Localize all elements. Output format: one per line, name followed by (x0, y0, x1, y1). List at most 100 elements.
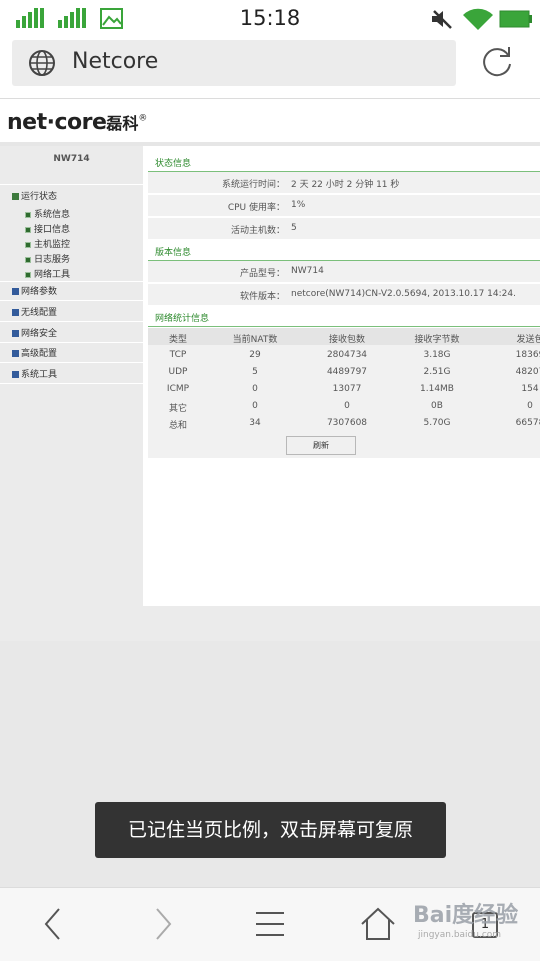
stats-cell: 2804734 (326, 350, 368, 360)
stats-cell: 0 (252, 401, 258, 411)
stats-header-cell: 类型 (168, 335, 187, 345)
stats-cell: 1.14MB (420, 384, 454, 394)
version-section-title: 版本信息 (155, 248, 192, 258)
back-icon[interactable] (38, 906, 68, 942)
menu-network-params[interactable]: 网络参数 (12, 284, 57, 297)
stats-cell: 7307608 (326, 418, 368, 428)
info-value: 2 天 22 小时 2 分钟 11 秒 (291, 180, 400, 190)
submenu-system-info[interactable]: 系统信息 (25, 207, 70, 220)
submenu-log-service[interactable]: 日志服务 (25, 252, 70, 265)
menu-wireless-config[interactable]: 无线配置 (12, 305, 57, 318)
info-label: 活动主机数： (230, 226, 285, 236)
content-panel: 状态信息 系统运行时间： 2 天 22 小时 2 分钟 11 秒 CPU 使用率… (143, 146, 540, 606)
baidu-watermark: Bai度经验 (413, 903, 519, 928)
clock: 15:18 (239, 6, 301, 30)
refresh-button[interactable]: 刷新 (286, 436, 356, 455)
watermark-url: jingyan.baidu.com (418, 930, 502, 940)
sidebar-separator (0, 342, 143, 343)
submenu-bullet-icon (25, 257, 31, 263)
menu-bullet-icon (12, 330, 19, 337)
submenu-network-tools[interactable]: 网络工具 (25, 267, 70, 280)
reload-icon[interactable] (480, 44, 514, 80)
toolbar-divider (0, 98, 540, 99)
menu-icon[interactable] (254, 906, 286, 942)
menu-bullet-icon (12, 371, 19, 378)
info-label: 产品型号： (239, 269, 285, 279)
stats-cell: 0B (431, 401, 443, 411)
info-row-hosts: 活动主机数： 5 (148, 218, 540, 239)
address-bar[interactable]: Netcore (12, 40, 456, 86)
submenu-interface-info[interactable]: 接口信息 (25, 222, 70, 235)
stats-header-cell: 接收包数 (328, 335, 365, 345)
forward-icon[interactable] (148, 906, 178, 942)
zoom-toast: 已记住当页比例，双击屏幕可复原 (95, 802, 446, 858)
menu-advanced-config[interactable]: 高级配置 (12, 346, 57, 359)
sidebar-separator (0, 383, 143, 384)
stats-cell: 29 (249, 350, 261, 360)
stats-header-cell: 接收字节数 (414, 335, 460, 345)
stats-cell: 0 (344, 401, 350, 411)
stats-cell: 48207 (515, 367, 540, 377)
home-icon[interactable] (360, 906, 396, 942)
info-label: 软件版本： (239, 292, 285, 302)
sidebar-separator (0, 362, 143, 363)
submenu-bullet-icon (25, 272, 31, 278)
stats-cell: 其它 (168, 404, 187, 414)
sidebar-separator (0, 300, 143, 301)
stats-cell: 5.70G (423, 418, 451, 428)
menu-bullet-icon (12, 350, 19, 357)
info-value: NW714 (291, 266, 324, 276)
stats-header-cell: 当前NAT数 (232, 335, 278, 345)
sidebar-separator (0, 184, 143, 185)
stats-cell: UDP (168, 367, 188, 377)
stats-cell: 154 (521, 384, 539, 394)
submenu-host-monitor[interactable]: 主机监控 (25, 237, 70, 250)
stats-section-title: 网络统计信息 (155, 314, 210, 324)
stats-cell: TCP (169, 350, 187, 360)
stats-cell: 4489797 (326, 367, 368, 377)
stats-cell: 总和 (168, 421, 187, 431)
menu-bullet-icon (12, 309, 19, 316)
stats-cell: 3.18G (423, 350, 451, 360)
address-text: Netcore (72, 49, 159, 74)
stats-cell: 5 (252, 367, 258, 377)
sidebar: NW714 运行状态 系统信息 接口信息 主机监控 日志服务 网络工具 网络参数… (0, 146, 143, 640)
stats-header-cell: 发送包 (516, 335, 540, 345)
sidebar-separator (0, 321, 143, 322)
stats-cell: 34 (249, 418, 261, 428)
menu-bullet-icon (12, 288, 19, 295)
page-footer-strip (0, 606, 540, 641)
stats-cell: 13077 (332, 384, 362, 394)
menu-system-tools[interactable]: 系统工具 (12, 367, 57, 380)
section-divider (148, 326, 540, 327)
model-name: NW714 (53, 154, 90, 164)
netcore-logo: net·core磊科® (7, 110, 147, 135)
status-section-title: 状态信息 (155, 159, 192, 169)
info-row-firmware: 软件版本： netcore(NW714)CN-V2.0.5694, 2013.1… (148, 284, 540, 305)
stats-cell: 0 (527, 401, 533, 411)
stats-cell: 0 (252, 384, 258, 394)
info-value: 5 (291, 223, 297, 233)
info-row-model: 产品型号： NW714 (148, 261, 540, 282)
battery-icon (499, 10, 532, 28)
wifi-icon (463, 8, 493, 31)
info-value: netcore(NW714)CN-V2.0.5694, 2013.10.17 1… (291, 289, 516, 299)
stats-cell: 66578 (515, 418, 540, 428)
menu-bullet-icon (12, 193, 19, 200)
submenu-bullet-icon (25, 227, 31, 233)
info-value: 1% (291, 200, 306, 210)
info-row-cpu: CPU 使用率： 1% (148, 195, 540, 216)
status-bar: 15:18 (0, 0, 540, 38)
submenu-bullet-icon (25, 212, 31, 218)
globe-icon (29, 50, 55, 76)
info-row-uptime: 系统运行时间： 2 天 22 小时 2 分钟 11 秒 (148, 172, 540, 193)
info-label: 系统运行时间： (221, 180, 285, 190)
sidebar-separator (0, 281, 143, 282)
info-label: CPU 使用率： (227, 203, 285, 213)
mute-icon (432, 10, 452, 29)
menu-network-security[interactable]: 网络安全 (12, 326, 57, 339)
menu-running-status[interactable]: 运行状态 (12, 189, 57, 202)
stats-cell: 18369 (515, 350, 540, 360)
submenu-bullet-icon (25, 242, 31, 248)
stats-cell: ICMP (166, 384, 190, 394)
